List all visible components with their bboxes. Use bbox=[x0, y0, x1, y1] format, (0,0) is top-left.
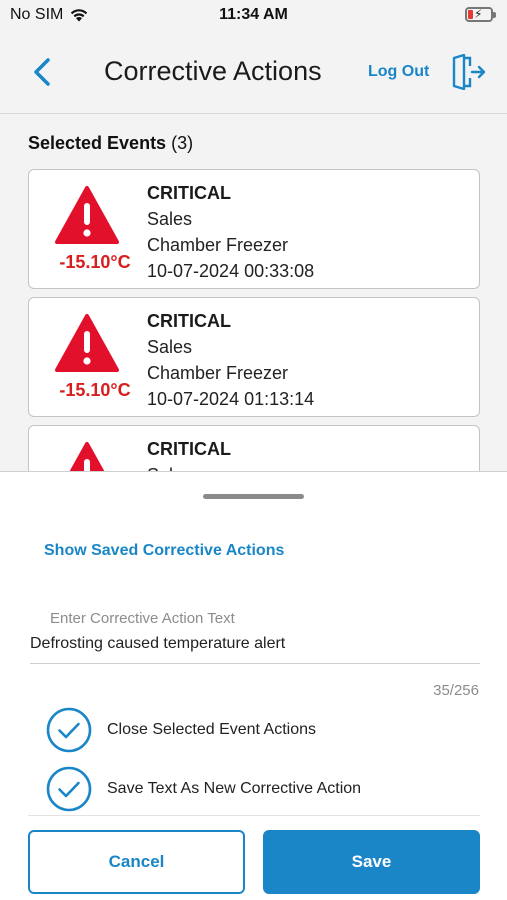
event-card[interactable]: CRITICAL Sales bbox=[28, 425, 480, 471]
event-device: Chamber Freezer bbox=[147, 363, 289, 383]
event-severity: CRITICAL bbox=[147, 439, 231, 459]
battery-charging-icon: ⚡ bbox=[465, 7, 496, 22]
logout-link[interactable]: Log Out bbox=[368, 63, 429, 81]
status-bar: No SIM 11:34 AM ⚡ bbox=[0, 0, 507, 32]
nav-header: Corrective Actions Log Out bbox=[0, 32, 507, 114]
divider bbox=[28, 815, 480, 816]
check-circle-icon[interactable] bbox=[46, 707, 92, 753]
event-location: Sales bbox=[147, 209, 193, 229]
event-location: Sales bbox=[147, 337, 193, 357]
event-datetime: 10-07-2024 00:33:08 bbox=[147, 261, 315, 281]
event-temperature: -15.10°C bbox=[59, 380, 131, 400]
page-title: Corrective Actions bbox=[104, 56, 322, 86]
event-severity: CRITICAL bbox=[147, 183, 231, 203]
sheet-grabber-handle[interactable] bbox=[203, 494, 304, 499]
event-datetime: 10-07-2024 01:13:14 bbox=[147, 389, 315, 409]
selected-events-label: Selected Events bbox=[28, 133, 167, 153]
warning-triangle-icon bbox=[55, 314, 119, 372]
event-severity: CRITICAL bbox=[147, 311, 231, 331]
logout-door-icon[interactable] bbox=[450, 54, 486, 90]
event-card[interactable]: -15.10°C CRITICAL Sales Chamber Freezer … bbox=[28, 297, 480, 417]
selected-events-heading: Selected Events (3) bbox=[28, 133, 193, 154]
selected-events-count: (3) bbox=[171, 133, 194, 153]
show-saved-actions-link[interactable]: Show Saved Corrective Actions bbox=[44, 542, 284, 560]
cancel-button[interactable]: Cancel bbox=[28, 830, 245, 894]
corrective-action-label: Enter Corrective Action Text bbox=[50, 610, 235, 627]
event-card[interactable]: -15.10°C CRITICAL Sales Chamber Freezer … bbox=[28, 169, 480, 289]
chevron-left-icon bbox=[34, 58, 50, 86]
event-temperature: -15.10°C bbox=[59, 252, 131, 272]
event-device: Chamber Freezer bbox=[147, 235, 289, 255]
save-text-option[interactable]: Save Text As New Corrective Action bbox=[46, 765, 466, 813]
save-text-label: Save Text As New Corrective Action bbox=[107, 780, 362, 797]
save-button[interactable]: Save bbox=[263, 830, 480, 894]
close-events-option[interactable]: Close Selected Event Actions bbox=[46, 706, 466, 754]
corrective-action-input[interactable] bbox=[30, 632, 480, 664]
event-location: Sales bbox=[147, 462, 231, 471]
back-button[interactable] bbox=[28, 52, 58, 92]
close-events-label: Close Selected Event Actions bbox=[107, 721, 317, 738]
warning-triangle-icon bbox=[69, 442, 105, 471]
status-time: 11:34 AM bbox=[219, 6, 288, 23]
check-circle-icon[interactable] bbox=[46, 766, 92, 812]
event-list[interactable]: -15.10°C CRITICAL Sales Chamber Freezer … bbox=[28, 169, 480, 471]
warning-triangle-icon bbox=[55, 186, 119, 244]
corrective-action-sheet: Show Saved Corrective Actions Enter Corr… bbox=[0, 471, 507, 900]
character-counter: 35/256 bbox=[433, 682, 479, 699]
